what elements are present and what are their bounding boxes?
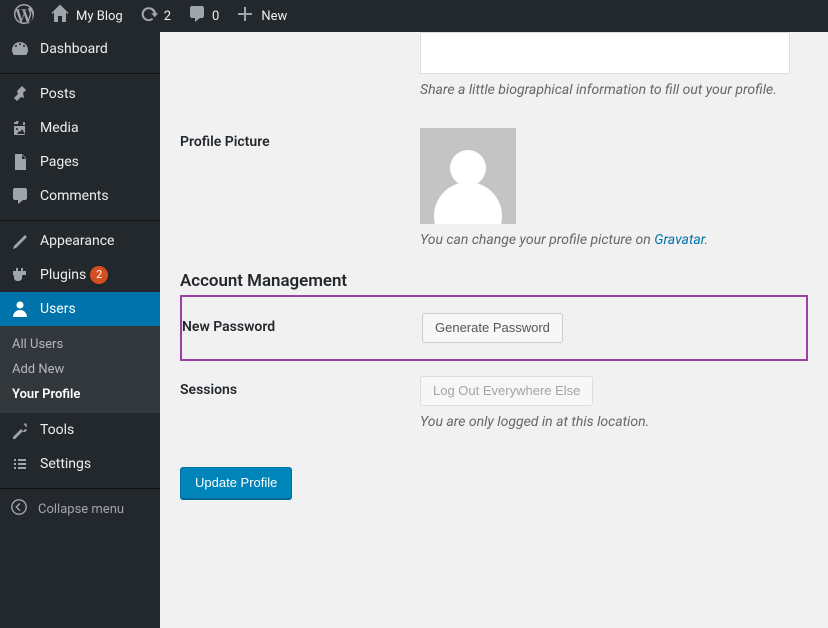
pushpin-icon bbox=[10, 84, 30, 104]
profile-avatar bbox=[420, 128, 516, 224]
separator bbox=[0, 484, 160, 489]
plugin-icon bbox=[10, 265, 30, 285]
menu-media[interactable]: Media bbox=[0, 111, 160, 145]
users-submenu: All Users Add New Your Profile bbox=[0, 326, 160, 413]
wp-logo-button[interactable] bbox=[6, 0, 42, 32]
separator bbox=[0, 216, 160, 221]
update-profile-button[interactable]: Update Profile bbox=[180, 467, 292, 499]
admin-toolbar: My Blog 2 0 New bbox=[0, 0, 828, 32]
menu-pages[interactable]: Pages bbox=[0, 145, 160, 179]
menu-dashboard[interactable]: Dashboard bbox=[0, 32, 160, 66]
new-label: New bbox=[261, 9, 287, 24]
menu-posts[interactable]: Posts bbox=[0, 77, 160, 111]
menu-tools[interactable]: Tools bbox=[0, 413, 160, 447]
menu-label: Dashboard bbox=[40, 41, 108, 57]
menu-label: Comments bbox=[40, 188, 109, 204]
new-password-label: New Password bbox=[182, 313, 422, 335]
menu-label: Tools bbox=[40, 422, 74, 438]
comments-icon bbox=[10, 186, 30, 206]
collapse-icon bbox=[10, 498, 38, 520]
tools-icon bbox=[10, 420, 30, 440]
submenu-your-profile[interactable]: Your Profile bbox=[0, 382, 160, 407]
profile-content: Share a little biographical information … bbox=[160, 32, 828, 628]
menu-plugins[interactable]: Plugins 2 bbox=[0, 258, 160, 292]
update-icon bbox=[139, 4, 159, 28]
profile-picture-label: Profile Picture bbox=[180, 128, 420, 150]
menu-comments[interactable]: Comments bbox=[0, 179, 160, 213]
bio-description: Share a little biographical information … bbox=[420, 82, 808, 98]
separator bbox=[0, 69, 160, 74]
wordpress-logo-icon bbox=[14, 4, 34, 28]
comments-icon bbox=[187, 4, 207, 28]
menu-label: Settings bbox=[40, 456, 91, 472]
users-icon bbox=[10, 299, 30, 319]
settings-icon bbox=[10, 454, 30, 474]
plus-icon bbox=[235, 4, 255, 28]
avatar-placeholder-icon bbox=[450, 150, 486, 186]
menu-users[interactable]: Users bbox=[0, 292, 160, 326]
menu-label: Pages bbox=[40, 154, 79, 170]
bio-label bbox=[180, 92, 420, 98]
generate-password-button[interactable]: Generate Password bbox=[422, 313, 563, 343]
bio-textarea[interactable] bbox=[420, 32, 790, 74]
submit-row: Update Profile bbox=[180, 467, 808, 499]
media-icon bbox=[10, 118, 30, 138]
new-content-button[interactable]: New bbox=[227, 0, 295, 32]
menu-settings[interactable]: Settings bbox=[0, 447, 160, 481]
menu-label: Users bbox=[40, 301, 76, 317]
collapse-menu-button[interactable]: Collapse menu bbox=[0, 492, 160, 526]
submenu-all-users[interactable]: All Users bbox=[0, 332, 160, 357]
plugins-update-count: 2 bbox=[90, 266, 108, 284]
avatar-placeholder-icon bbox=[434, 182, 502, 224]
collapse-label: Collapse menu bbox=[38, 502, 124, 517]
menu-label: Media bbox=[40, 120, 79, 136]
updates-count: 2 bbox=[164, 9, 171, 24]
dashboard-icon bbox=[10, 39, 30, 59]
sessions-description: You are only logged in at this location. bbox=[420, 414, 808, 430]
menu-label: Posts bbox=[40, 86, 76, 102]
comments-count: 0 bbox=[212, 9, 219, 24]
page-icon bbox=[10, 152, 30, 172]
menu-label: Appearance bbox=[40, 233, 114, 249]
submenu-add-new[interactable]: Add New bbox=[0, 357, 160, 382]
appearance-icon bbox=[10, 231, 30, 251]
logout-everywhere-button[interactable]: Log Out Everywhere Else bbox=[420, 376, 593, 406]
gravatar-link[interactable]: Gravatar bbox=[654, 232, 704, 248]
menu-label: Plugins bbox=[40, 267, 86, 283]
admin-sidebar: Dashboard Posts Media Pages Comments App… bbox=[0, 32, 160, 628]
updates-button[interactable]: 2 bbox=[131, 0, 179, 32]
site-name-label: My Blog bbox=[76, 9, 123, 24]
sessions-label: Sessions bbox=[180, 376, 420, 398]
profile-picture-description: You can change your profile picture on G… bbox=[420, 232, 808, 248]
menu-appearance[interactable]: Appearance bbox=[0, 224, 160, 258]
account-management-heading: Account Management bbox=[180, 271, 808, 291]
site-home-button[interactable]: My Blog bbox=[42, 0, 131, 32]
home-icon bbox=[50, 4, 70, 28]
new-password-highlight: New Password Generate Password bbox=[180, 295, 808, 361]
comments-button[interactable]: 0 bbox=[179, 0, 227, 32]
